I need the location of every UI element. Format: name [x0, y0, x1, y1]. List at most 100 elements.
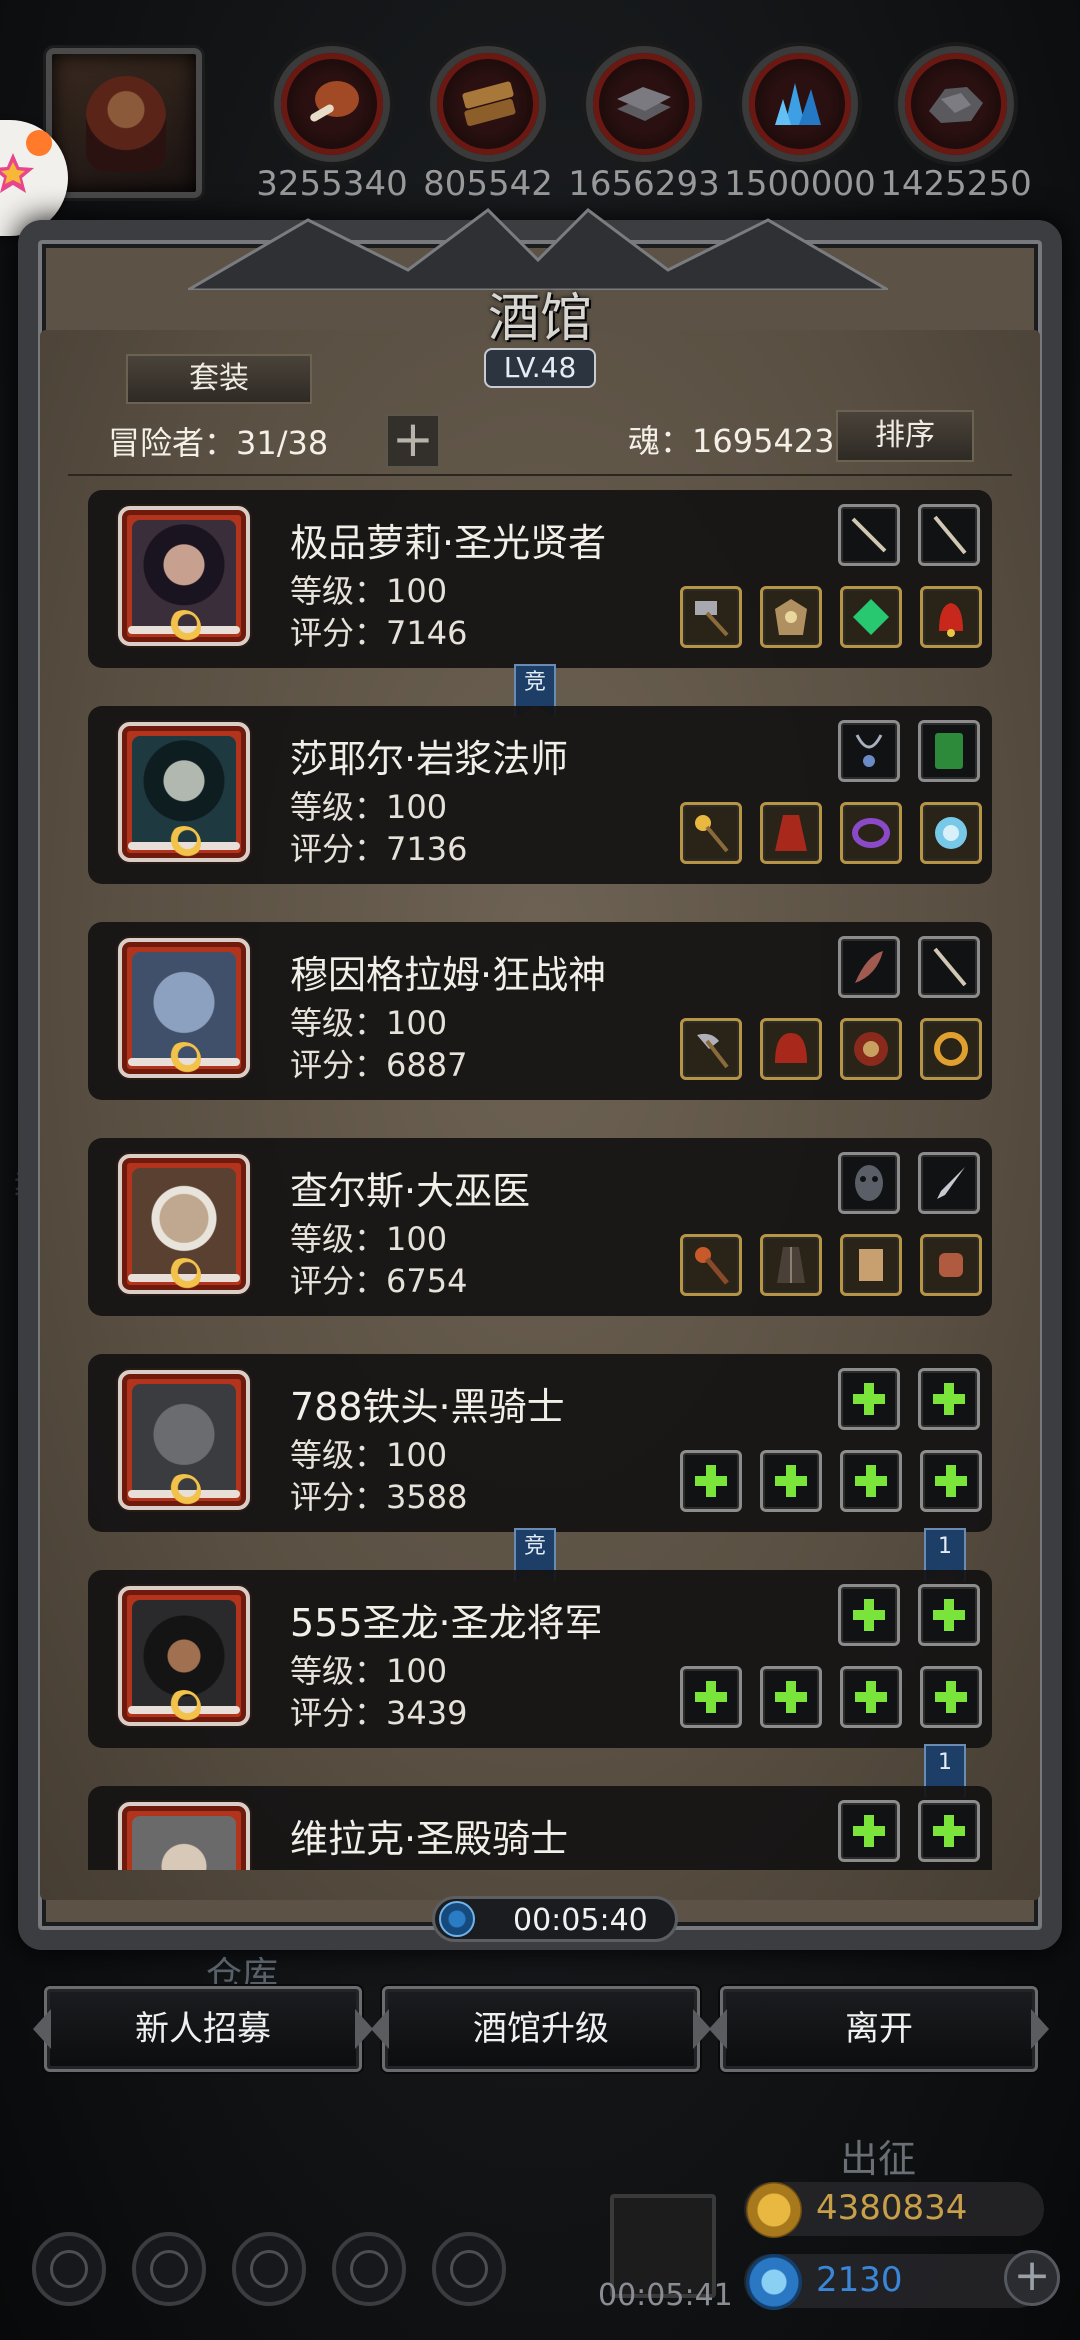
armor-icon — [775, 599, 807, 635]
resource-iron[interactable]: 1656293 — [566, 46, 722, 204]
guild-icon[interactable] — [232, 2232, 306, 2306]
scepter-icon — [695, 815, 729, 853]
equip-slot-cloak[interactable] — [760, 1234, 822, 1296]
hero-row[interactable]: 555圣龙·圣龙将军 等级：100 评分：3439 — [88, 1570, 992, 1748]
feather-icon — [855, 951, 883, 983]
resource-crystal[interactable]: 1500000 — [722, 46, 878, 204]
hero-score: 评分：3439 — [290, 1694, 468, 1732]
hero-portrait[interactable] — [118, 938, 250, 1078]
equip-slot-scepter[interactable] — [680, 802, 742, 864]
equip-slot-mask[interactable] — [838, 1152, 900, 1214]
hero-level: 等级：100 — [290, 1652, 448, 1690]
empty-equip-slot[interactable] — [680, 1450, 742, 1512]
resource-wood[interactable]: 805542 — [410, 46, 566, 204]
equip-slot-accessory[interactable] — [920, 586, 982, 648]
equip-slot-hammer[interactable] — [680, 586, 742, 648]
plus-icon — [935, 1465, 967, 1497]
empty-equip-slot[interactable] — [838, 1368, 900, 1430]
equip-slot-orb[interactable] — [920, 802, 982, 864]
empty-equip-slot[interactable] — [680, 1666, 742, 1728]
equip-slot-armor[interactable] — [760, 586, 822, 648]
resource-meat[interactable]: 3255340 — [254, 46, 410, 204]
hero-portrait[interactable] — [118, 722, 250, 862]
hero-portrait[interactable] — [118, 1154, 250, 1294]
quest-icon[interactable] — [132, 2232, 206, 2306]
add-currency-button[interactable]: + — [1004, 2250, 1060, 2306]
equip-slot-feather[interactable] — [838, 936, 900, 998]
resource-stone[interactable]: 1425250 — [878, 46, 1034, 204]
equip-slot-gem[interactable] — [840, 586, 902, 648]
empty-equip-slot[interactable] — [838, 1800, 900, 1862]
hero-row[interactable]: 查尔斯·大巫医 等级：100 评分：6754 — [88, 1138, 992, 1316]
equip-slot-necklace[interactable] — [838, 720, 900, 782]
hero-list[interactable]: 极品萝莉·圣光贤者 等级：100 评分：7146 竞 莎耶尔·岩浆法师 等级：1… — [68, 490, 1012, 1870]
hero-portrait[interactable] — [118, 1802, 250, 1870]
equip-slot-helmet[interactable] — [760, 1018, 822, 1080]
empty-equip-slot[interactable] — [838, 1584, 900, 1646]
hero-portrait[interactable] — [118, 1586, 250, 1726]
suit-button[interactable]: 套装 — [126, 354, 312, 404]
equip-slot-robe[interactable] — [760, 802, 822, 864]
hero-row[interactable]: 莎耶尔·岩浆法师 等级：100 评分：7136 — [88, 706, 992, 884]
plus-icon — [853, 1383, 885, 1415]
hero-name: 维拉克·圣殿骑士 — [290, 1817, 569, 1861]
helmet-icon — [775, 1033, 807, 1063]
resource-crystal-value: 1500000 — [724, 164, 876, 204]
equip-slot-axe[interactable] — [680, 1018, 742, 1080]
rank-icon[interactable] — [432, 2232, 506, 2306]
equip-slot-weapon[interactable] — [838, 504, 900, 566]
equip-slot-mace[interactable] — [680, 1234, 742, 1296]
necklace-icon — [855, 734, 883, 767]
stone-icon — [929, 87, 983, 123]
empty-equip-slot[interactable] — [918, 1584, 980, 1646]
upgrade-tavern-button[interactable]: 酒馆升级 — [382, 1986, 700, 2072]
leave-button[interactable]: 离开 — [720, 1986, 1038, 2072]
recruit-button[interactable]: 新人招募 — [44, 1986, 362, 2072]
hero-score: 评分：7136 — [290, 830, 468, 868]
empty-equip-slot[interactable] — [920, 1666, 982, 1728]
equip-slot-dagger[interactable] — [918, 1152, 980, 1214]
equip-slot-bracer[interactable] — [920, 1234, 982, 1296]
plus-icon — [775, 1681, 807, 1713]
gift-timer: 00:05:41 — [598, 2278, 733, 2313]
hero-row[interactable]: 极品萝莉·圣光贤者 等级：100 评分：7146 — [88, 490, 992, 668]
iron-icon — [617, 87, 671, 121]
tavern-panel: 酒馆 LV.48 套装 冒险者：31/38 + 魂：1695423 排序 极品萝… — [18, 208, 1062, 1950]
equip-slot-band[interactable] — [920, 1018, 982, 1080]
equip-slot-ring[interactable] — [840, 802, 902, 864]
clock-icon — [439, 1901, 475, 1937]
hero-portrait[interactable] — [118, 506, 250, 646]
empty-equip-slot[interactable] — [918, 1800, 980, 1862]
empty-equip-slot[interactable] — [840, 1666, 902, 1728]
empty-equip-slot[interactable] — [760, 1666, 822, 1728]
meat-icon — [310, 81, 359, 122]
cloak-icon — [777, 1247, 805, 1283]
hero-row[interactable]: 维拉克·圣殿骑士 — [88, 1786, 992, 1870]
hero-row[interactable]: 788铁头·黑骑士 等级：100 评分：3588 — [88, 1354, 992, 1532]
expedition-label[interactable]: 出征 — [840, 2128, 916, 2183]
hero-portrait[interactable] — [118, 1370, 250, 1510]
sort-button[interactable]: 排序 — [836, 410, 974, 462]
equip-slot-blade[interactable] — [918, 936, 980, 998]
equip-slot-tome[interactable] — [918, 720, 980, 782]
equip-slot-shield[interactable] — [840, 1018, 902, 1080]
dagger-icon — [937, 1167, 965, 1199]
player-avatar[interactable] — [46, 48, 202, 198]
settings-icon[interactable] — [32, 2232, 106, 2306]
empty-equip-slot[interactable] — [920, 1450, 982, 1512]
add-slot-button[interactable]: + — [386, 414, 440, 468]
equip-slot-offhand[interactable] — [918, 504, 980, 566]
gem-value: 2130 — [816, 2260, 903, 2300]
gold-coin-icon — [746, 2182, 802, 2238]
hero-name: 查尔斯·大巫医 — [290, 1169, 531, 1213]
equip-slot-scroll[interactable] — [840, 1234, 902, 1296]
empty-equip-slot[interactable] — [918, 1368, 980, 1430]
hero-name: 555圣龙·圣龙将军 — [290, 1601, 603, 1645]
game-screen: 教 3255340 805542 1656293 1500000 1425250… — [0, 0, 1080, 2340]
empty-equip-slot[interactable] — [840, 1450, 902, 1512]
gold-value: 4380834 — [816, 2188, 968, 2228]
hero-row[interactable]: 穆因格拉姆·狂战神 等级：100 评分：6887 — [88, 922, 992, 1100]
mail-icon[interactable] — [332, 2232, 406, 2306]
empty-equip-slot[interactable] — [760, 1450, 822, 1512]
hero-score: 评分：6754 — [290, 1262, 468, 1300]
